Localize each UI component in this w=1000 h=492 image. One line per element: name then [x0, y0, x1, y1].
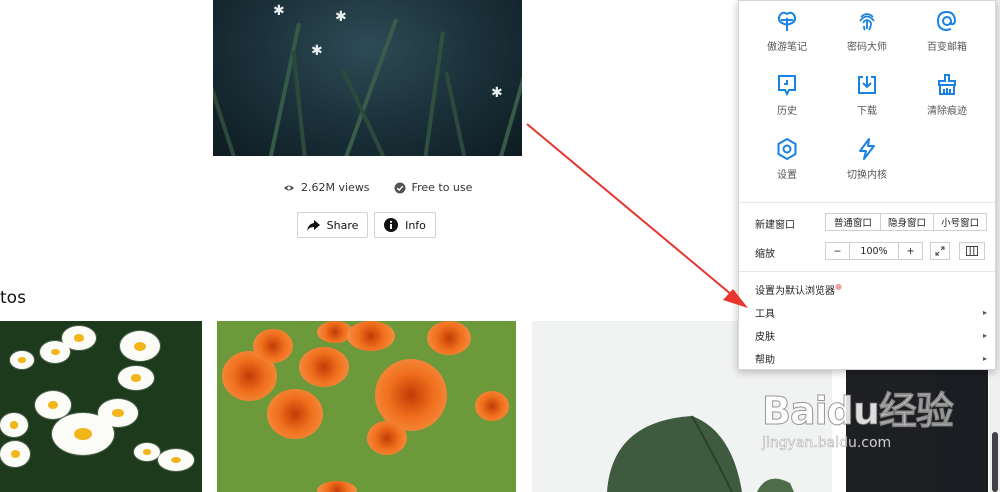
browser-main-menu: 傲游笔记 密码大师 百变邮箱 历史 下载 清除痕迹 设置 切换内核 新建窗口 普… — [738, 0, 996, 370]
incognito-window-option[interactable]: 隐身窗口 — [881, 214, 935, 230]
columns-icon — [966, 246, 978, 256]
page-scrollbar-thumb[interactable] — [992, 432, 998, 492]
share-arrow-icon — [306, 219, 320, 231]
watermark-logo: Baidu经验 — [762, 389, 955, 434]
menu-item-download[interactable]: 下载 — [824, 73, 910, 117]
small-window-option[interactable]: 小号窗口 — [934, 214, 986, 230]
photo-thumbnail-daisies[interactable] — [0, 321, 202, 492]
zoom-in-button[interactable]: + — [899, 243, 922, 259]
mail-at-icon — [936, 10, 957, 32]
check-circle-icon — [394, 182, 406, 193]
info-button[interactable]: Info — [374, 212, 436, 238]
menu-divider — [739, 271, 995, 272]
menu-item-notes[interactable]: 傲游笔记 — [744, 9, 830, 53]
license-label: Free to use — [411, 181, 473, 194]
menu-item-password-master[interactable]: 密码大师 — [824, 9, 910, 53]
download-icon — [858, 76, 876, 94]
zoom-control: − 100% + — [825, 242, 923, 260]
views-count: 2.62M views — [301, 181, 370, 194]
new-window-options: 普通窗口 隐身窗口 小号窗口 — [825, 213, 987, 231]
info-label: Info — [405, 218, 426, 232]
photo-stats: 2.62M views Free to use — [283, 181, 472, 194]
zoom-out-button[interactable]: − — [826, 243, 851, 259]
history-icon — [778, 75, 796, 97]
fullscreen-button[interactable] — [930, 242, 950, 260]
share-label: Share — [326, 218, 359, 232]
photo-thumbnail-poppies[interactable] — [217, 321, 516, 492]
settings-gear-icon — [777, 137, 797, 161]
chevron-right-icon: ▸ — [982, 354, 987, 363]
chevron-right-icon: ▸ — [982, 308, 987, 317]
section-heading: tos — [0, 288, 26, 308]
normal-window-option[interactable]: 普通窗口 — [826, 214, 881, 230]
share-button[interactable]: Share — [297, 212, 368, 238]
info-icon — [384, 218, 399, 232]
eye-icon — [284, 185, 294, 190]
menu-item-history[interactable]: 历史 — [744, 73, 830, 117]
clear-traces-icon — [938, 74, 956, 95]
chevron-right-icon: ▸ — [982, 331, 987, 340]
lightning-icon — [859, 138, 875, 160]
hero-photo[interactable] — [213, 0, 522, 156]
fingerprint-icon — [859, 13, 875, 31]
menu-item-mailbox[interactable]: 百变邮箱 — [904, 9, 990, 53]
expand-icon — [935, 246, 945, 256]
new-window-label: 新建窗口 — [755, 220, 795, 231]
menu-item-switch-engine[interactable]: 切换内核 — [824, 137, 910, 181]
zoom-value: 100% — [850, 243, 899, 259]
notes-icon — [777, 11, 797, 31]
notification-dot: ● — [835, 282, 842, 291]
watermark-domain: jingyan.baidu.com — [762, 435, 892, 452]
menu-divider — [739, 202, 995, 203]
menu-item-tools[interactable]: 工具 ▸ — [755, 305, 987, 320]
baidu-jingyan-watermark: Baidu经验 jingyan.baidu.com — [762, 380, 992, 480]
menu-item-set-default-browser[interactable]: 设置为默认浏览器● — [755, 282, 987, 297]
menu-item-clear-traces[interactable]: 清除痕迹 — [904, 73, 990, 117]
menu-item-skins[interactable]: 皮肤 ▸ — [755, 328, 987, 343]
menu-item-help[interactable]: 帮助 ▸ — [755, 351, 987, 366]
annotation-arrow — [526, 123, 748, 308]
split-view-button[interactable] — [959, 242, 985, 260]
